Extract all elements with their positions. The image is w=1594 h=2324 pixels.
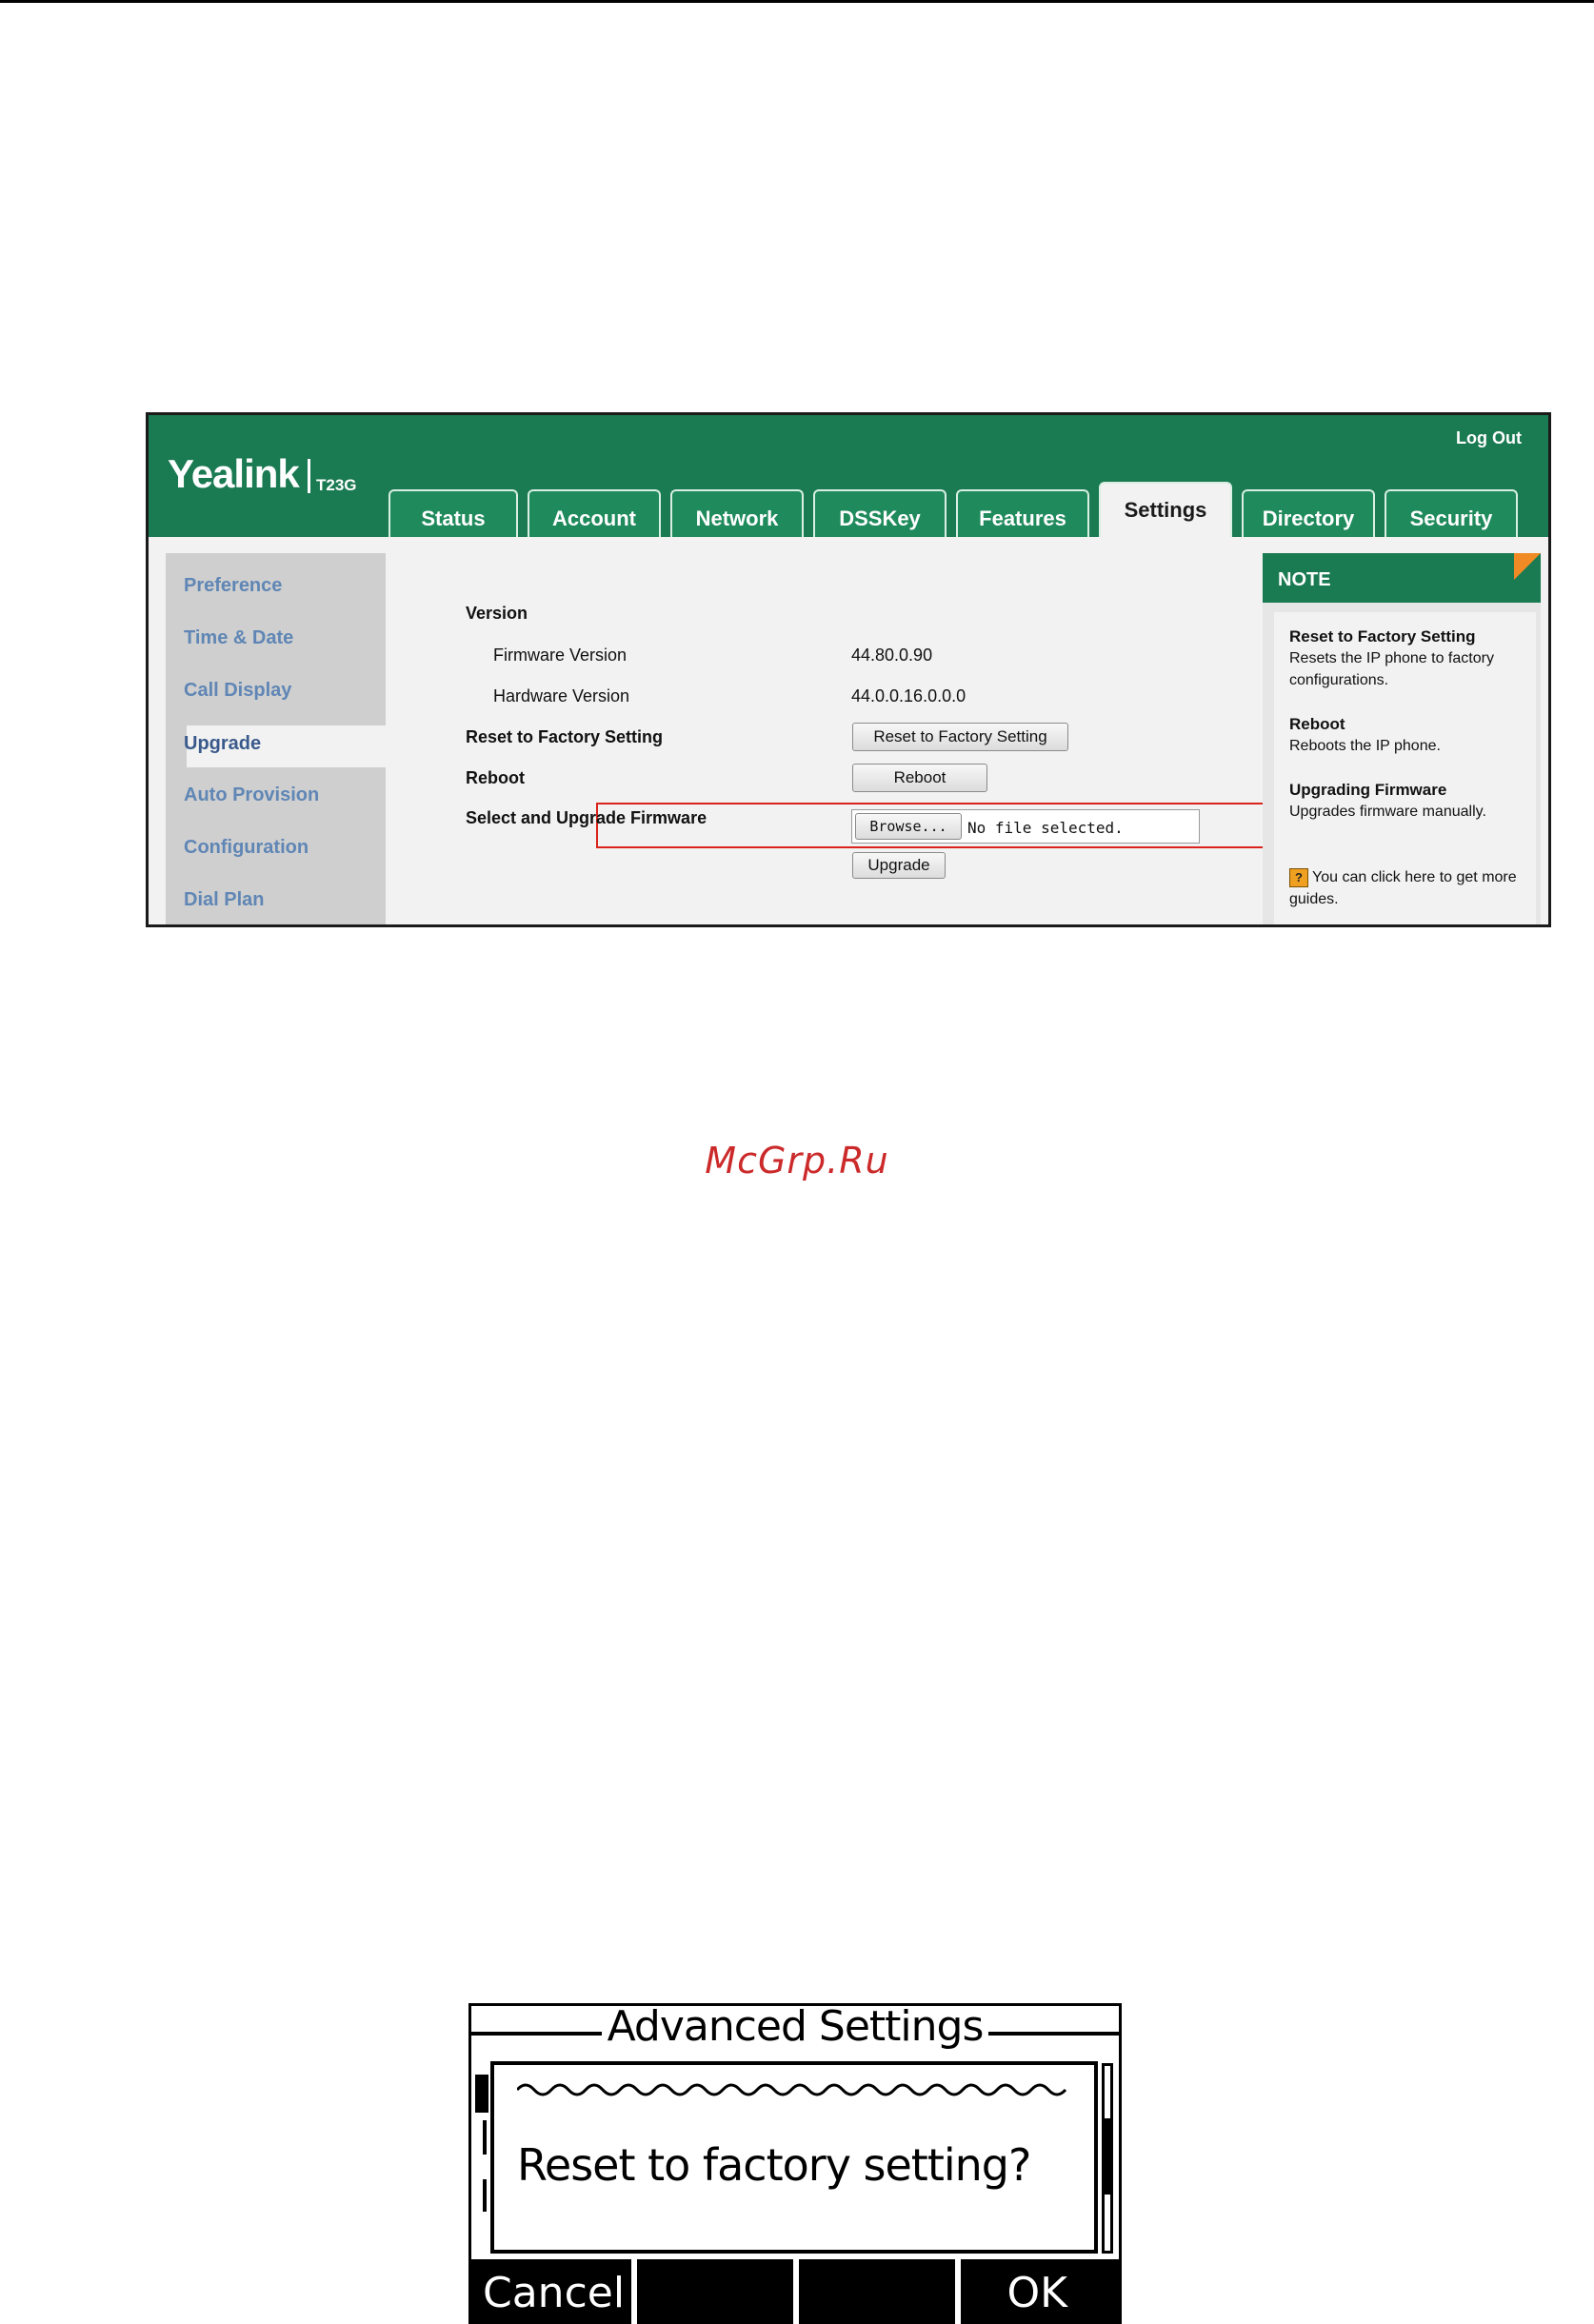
note-upgrade-title: Upgrading Firmware: [1289, 781, 1447, 799]
file-status-text: No file selected.: [967, 819, 1124, 837]
note-header: NOTE: [1263, 553, 1541, 603]
firmware-version-value: 44.80.0.90: [851, 646, 933, 665]
tab-settings[interactable]: Settings: [1099, 482, 1232, 537]
note-reset-text: Resets the IP phone to factory configura…: [1289, 650, 1494, 688]
sidebar-item-configuration[interactable]: Configuration: [184, 837, 309, 859]
dialog-prompt: Reset to factory setting?: [517, 2139, 1031, 2191]
reset-confirm-dialog: Reset to factory setting?: [490, 2061, 1098, 2254]
web-header: Yealink T23G Log Out Status Account Netw…: [149, 415, 1548, 537]
sidebar-item-preference[interactable]: Preference: [184, 575, 282, 597]
lcd-list-marker-2: [483, 2120, 487, 2155]
tab-directory[interactable]: Directory: [1242, 489, 1375, 537]
softkey-blank-3[interactable]: [799, 2259, 955, 2324]
hardware-version-value: 44.0.0.16.0.0.0: [851, 686, 966, 705]
note-reboot-title: Reboot: [1289, 715, 1345, 733]
tab-dsskey[interactable]: DSSKey: [813, 489, 946, 537]
dialog-wave-border-icon: [517, 2083, 1067, 2096]
upgrade-button[interactable]: Upgrade: [852, 852, 946, 879]
hardware-version-label: Hardware Version: [493, 686, 630, 705]
reboot-button[interactable]: Reboot: [852, 764, 987, 792]
note-upgrade-text: Upgrades firmware manually.: [1289, 804, 1486, 820]
note-reset-title: Reset to Factory Setting: [1289, 627, 1476, 646]
web-ui-screenshot: Yealink T23G Log Out Status Account Netw…: [146, 412, 1551, 927]
softkey-ok[interactable]: OK: [961, 2259, 1119, 2324]
note-corner-icon: [1514, 553, 1541, 580]
watermark-text: McGrp.Ru: [705, 1140, 889, 1182]
softkey-cancel[interactable]: Cancel: [471, 2259, 631, 2324]
yealink-logo: Yealink: [168, 451, 300, 496]
phone-lcd-screen: Advanced Settings Reset to factory setti…: [468, 2003, 1122, 2324]
note-reboot-text: Reboots the IP phone.: [1289, 738, 1441, 754]
tab-features[interactable]: Features: [956, 489, 1089, 537]
reset-factory-label: Reset to Factory Setting: [466, 727, 664, 746]
softkey-bar: Cancel OK: [471, 2259, 1119, 2324]
logout-link[interactable]: Log Out: [1456, 428, 1522, 448]
note-title: NOTE: [1278, 569, 1331, 590]
sidebar-item-time-date[interactable]: Time & Date: [184, 627, 293, 649]
lcd-title: Advanced Settings: [601, 2006, 989, 2051]
note-guide-link[interactable]: You can click here to get more guides.: [1289, 866, 1527, 910]
tab-status[interactable]: Status: [389, 489, 518, 537]
note-panel: NOTE Reset to Factory Setting Resets the…: [1263, 553, 1541, 924]
tab-security[interactable]: Security: [1385, 489, 1518, 537]
sidebar-item-dial-plan[interactable]: Dial Plan: [184, 889, 264, 911]
lcd-title-wrap: Advanced Settings: [471, 2006, 1119, 2051]
select-upgrade-firmware-label: Select and Upgrade Firmware: [466, 808, 707, 827]
browse-button[interactable]: Browse...: [855, 813, 962, 840]
lcd-list-marker: [475, 2075, 488, 2113]
sidebar-item-call-display[interactable]: Call Display: [184, 680, 291, 702]
lcd-list-marker-3: [483, 2179, 487, 2212]
version-heading: Version: [466, 604, 528, 623]
firmware-version-label: Firmware Version: [493, 646, 628, 665]
softkey-blank-2[interactable]: [637, 2259, 793, 2324]
model-label: T23G: [316, 476, 357, 494]
lcd-scrollbar-thumb: [1105, 2118, 1110, 2195]
tab-network[interactable]: Network: [670, 489, 804, 537]
reboot-label: Reboot: [466, 768, 525, 787]
reset-factory-button[interactable]: Reset to Factory Setting: [852, 723, 1068, 751]
sidebar-item-upgrade[interactable]: Upgrade: [184, 733, 261, 755]
page-top-rule: [0, 0, 1594, 3]
logo-divider: [308, 459, 310, 493]
note-body: Reset to Factory Setting Resets the IP p…: [1274, 612, 1536, 924]
sidebar-item-auto-provision[interactable]: Auto Provision: [184, 785, 319, 806]
tab-account[interactable]: Account: [528, 489, 661, 537]
